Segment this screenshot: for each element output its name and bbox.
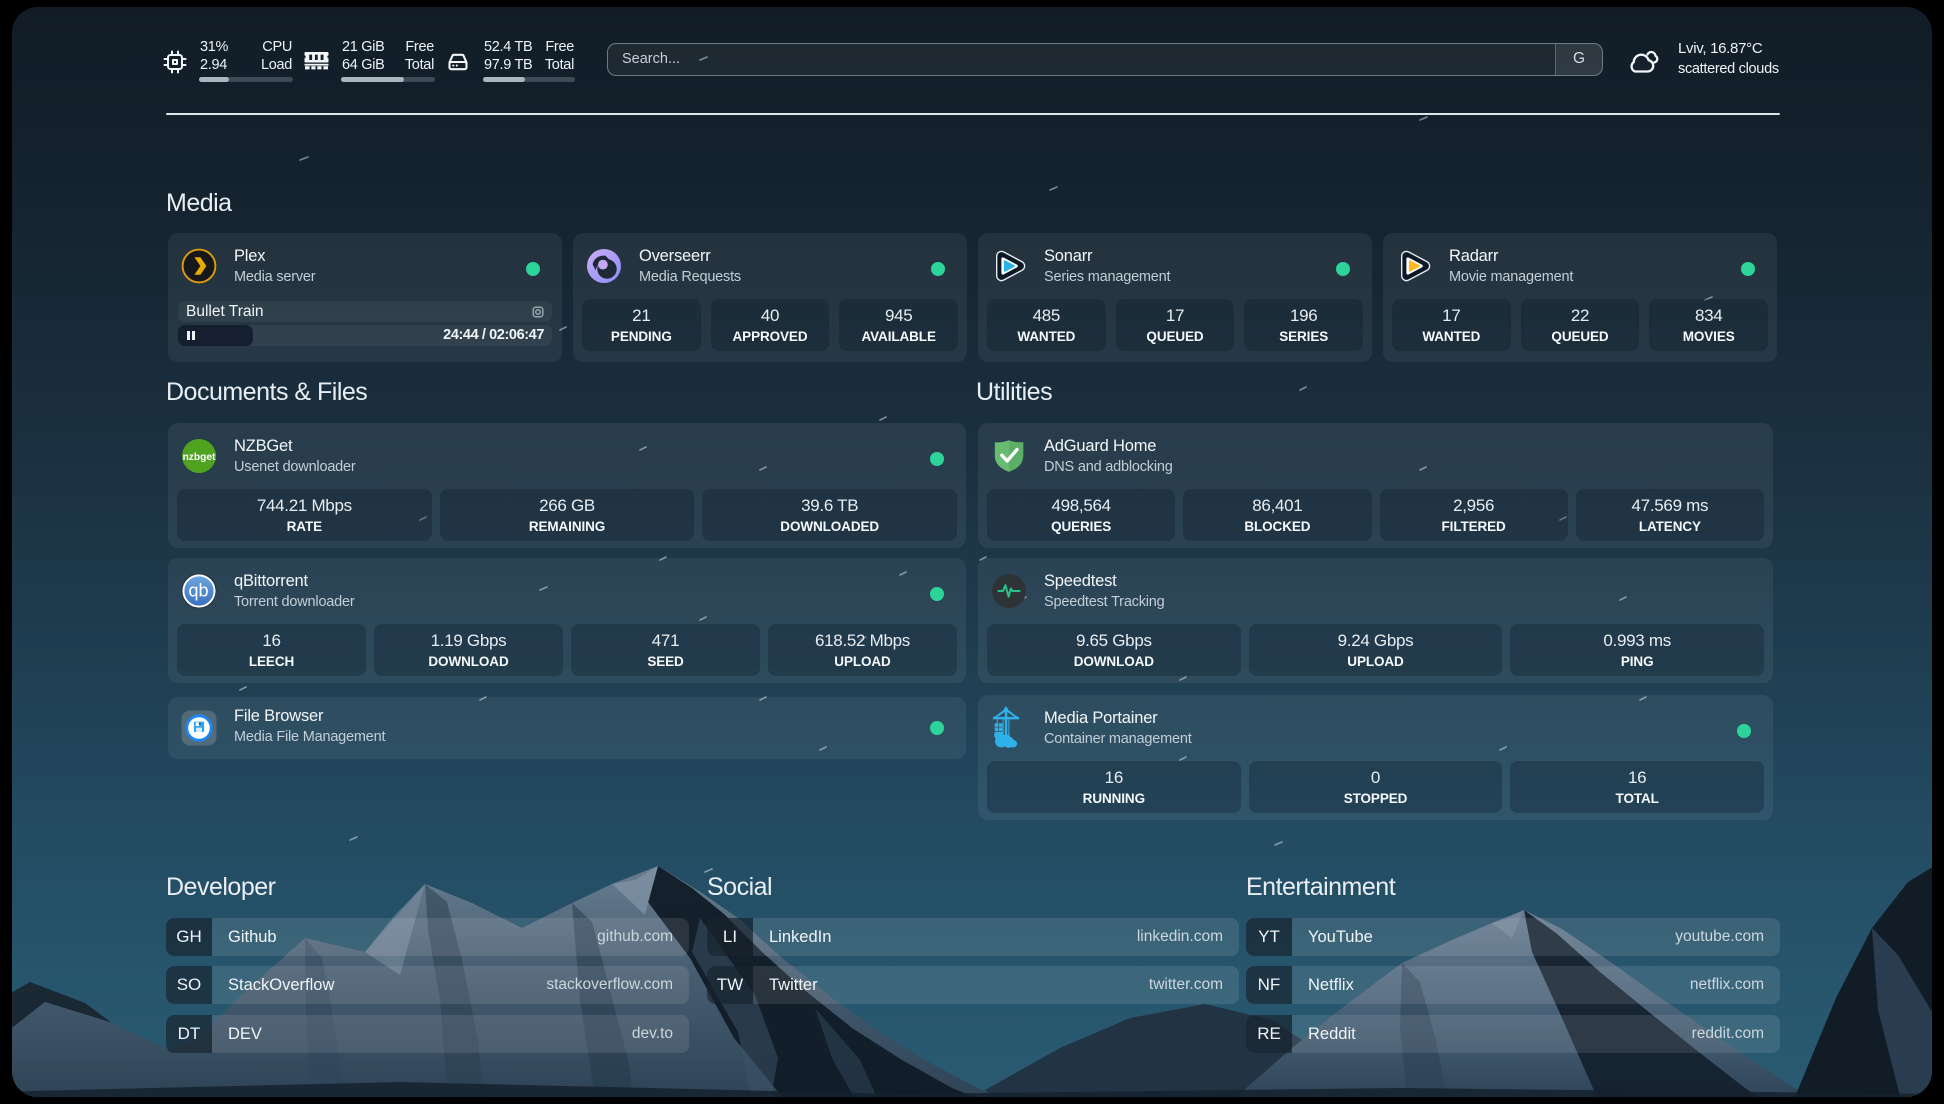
svg-text:nzbget: nzbget: [183, 452, 216, 463]
svg-text:qb: qb: [188, 581, 208, 601]
